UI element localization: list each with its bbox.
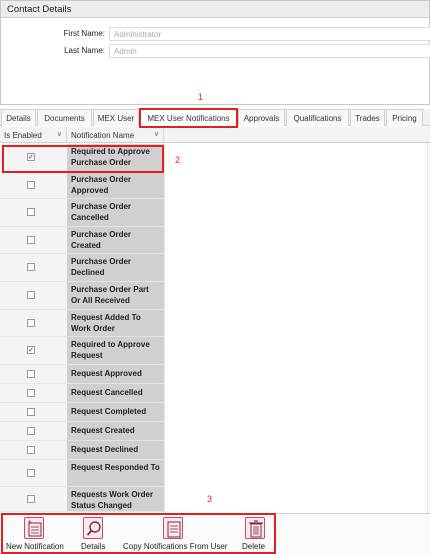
notification-name-cell: Purchase Order Approved (67, 172, 164, 199)
table-row[interactable]: ✓ Required to Approve Request (0, 337, 430, 365)
enabled-cell (0, 254, 67, 282)
table-row[interactable]: Request Completed (0, 403, 430, 422)
enabled-cell: ✓ (0, 337, 67, 365)
last-name-label: Last Name: (64, 46, 105, 55)
enabled-checkbox[interactable] (27, 208, 35, 216)
column-header-label: Notification Name (71, 131, 135, 140)
first-name-row: First Name: Administrator (1, 27, 430, 41)
chevron-down-icon[interactable]: ∨ (57, 130, 62, 138)
enabled-checkbox[interactable] (27, 291, 35, 299)
tab-pricing[interactable]: Pricing (386, 109, 423, 126)
annotation-box-row (2, 145, 164, 173)
last-name-row: Last Name: Admin (1, 44, 430, 58)
annotation-box-toolbar (1, 513, 276, 554)
table-row[interactable]: Request Added To Work Order (0, 310, 430, 337)
notification-name-cell: Purchase Order Part Or All Received (67, 282, 164, 310)
notification-name-cell: Request Completed (67, 403, 164, 422)
enabled-cell (0, 460, 67, 487)
enabled-cell (0, 227, 67, 254)
enabled-checkbox[interactable] (27, 427, 35, 435)
table-row[interactable]: Request Declined (0, 441, 430, 460)
tab-qualifications[interactable]: Qualifications (286, 109, 349, 126)
column-header-is-enabled[interactable]: Is Enabled ∨ (0, 127, 67, 143)
tab-documents[interactable]: Documents (37, 109, 92, 126)
table-row[interactable]: Request Created (0, 422, 430, 441)
tab-details[interactable]: Details (1, 109, 36, 126)
enabled-cell (0, 384, 67, 403)
table-row[interactable]: Purchase Order Created (0, 227, 430, 254)
enabled-checkbox[interactable] (27, 181, 35, 189)
notification-name-cell: Purchase Order Created (67, 227, 164, 254)
enabled-checkbox[interactable]: ✓ (27, 346, 35, 354)
enabled-checkbox[interactable] (27, 389, 35, 397)
enabled-cell (0, 403, 67, 422)
enabled-cell (0, 310, 67, 337)
enabled-cell (0, 422, 67, 441)
contact-details-panel: Contact Details First Name: Administrato… (0, 0, 430, 105)
notification-name-cell: Request Created (67, 422, 164, 441)
enabled-checkbox[interactable] (27, 319, 35, 327)
notification-name-cell: Request Declined (67, 441, 164, 460)
enabled-checkbox[interactable] (27, 446, 35, 454)
last-name-field[interactable]: Admin (109, 44, 430, 58)
enabled-cell (0, 365, 67, 384)
table-row[interactable]: Purchase Order Cancelled (0, 199, 430, 227)
tab-approvals[interactable]: Approvals (238, 109, 285, 126)
table-row[interactable]: Purchase Order Approved (0, 172, 430, 199)
enabled-cell (0, 282, 67, 310)
enabled-cell (0, 487, 67, 512)
chevron-down-icon[interactable]: ∨ (154, 130, 159, 138)
notification-name-cell: Request Added To Work Order (67, 310, 164, 337)
annotation-box-tab (139, 108, 238, 128)
annotation-number: 3 (207, 494, 213, 504)
enabled-checkbox[interactable] (27, 370, 35, 378)
first-name-label: First Name: (63, 29, 105, 38)
tab-trades[interactable]: Trades (350, 109, 385, 126)
notification-name-cell: Requests Work Order Status Changed (67, 487, 164, 512)
table-row[interactable]: Requests Work Order Status Changed (0, 487, 430, 512)
table-row[interactable]: Purchase Order Part Or All Received (0, 282, 430, 310)
enabled-checkbox[interactable] (27, 263, 35, 271)
column-header-label: Is Enabled (4, 131, 42, 140)
tab-mex-user[interactable]: MEX User (93, 109, 139, 126)
notification-name-cell: Request Cancelled (67, 384, 164, 403)
enabled-cell (0, 172, 67, 199)
enabled-cell (0, 441, 67, 460)
column-header-notification-name[interactable]: Notification Name ∨ (67, 127, 164, 143)
notification-name-cell: Purchase Order Declined (67, 254, 164, 282)
notification-name-cell: Purchase Order Cancelled (67, 199, 164, 227)
table-row[interactable]: Request Responded To (0, 460, 430, 487)
enabled-checkbox[interactable] (27, 469, 35, 477)
notification-name-cell: Request Responded To (67, 460, 164, 487)
enabled-checkbox[interactable] (27, 408, 35, 416)
notification-name-cell: Request Approved (67, 365, 164, 384)
first-name-field[interactable]: Administrator (109, 27, 430, 41)
enabled-cell (0, 199, 67, 227)
enabled-checkbox[interactable] (27, 236, 35, 244)
table-row[interactable]: Request Cancelled (0, 384, 430, 403)
annotation-number: 2 (175, 155, 181, 165)
grid-header: Is Enabled ∨ Notification Name ∨ (0, 127, 430, 143)
enabled-checkbox[interactable] (27, 495, 35, 503)
notification-name-cell: Required to Approve Request (67, 337, 164, 365)
annotation-number: 1 (198, 92, 204, 102)
table-row[interactable]: Request Approved (0, 365, 430, 384)
contact-details-title: Contact Details (1, 1, 429, 18)
table-row[interactable]: Purchase Order Declined (0, 254, 430, 282)
